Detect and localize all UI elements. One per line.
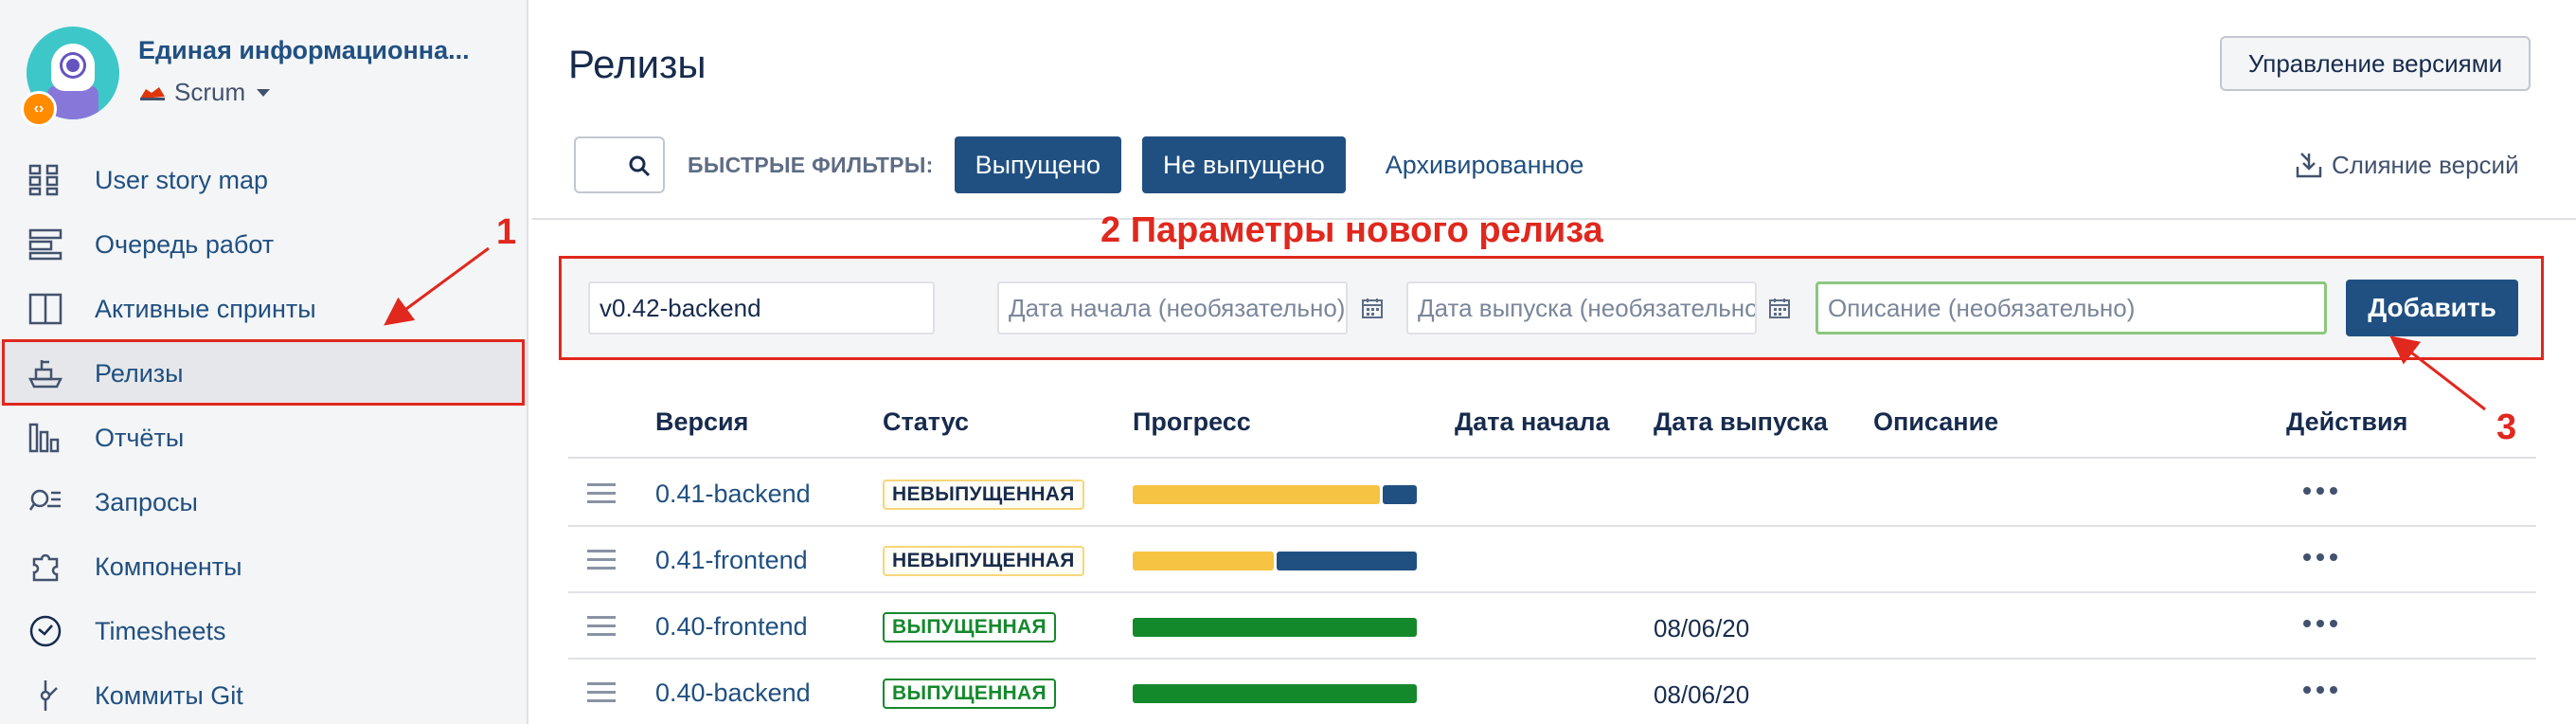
version-link[interactable]: 0.41-backend [655, 480, 811, 509]
reports-chart-icon [28, 423, 60, 453]
scrum-board-icon [140, 86, 165, 100]
more-actions-icon[interactable] [2303, 686, 2337, 694]
annotation-label-2: 2 Параметры нового релиза [1100, 210, 1603, 250]
add-release-button[interactable]: Добавить [2346, 280, 2518, 336]
annotation-highlight-releases [2, 339, 525, 406]
sidebar-item-components[interactable]: Компоненты [0, 534, 527, 599]
filters-row: БЫСТРЫЕ ФИЛЬТРЫ: Выпущено Не выпущено Ар… [574, 136, 1583, 193]
filter-search-input[interactable] [574, 136, 665, 193]
versions-table-header: Версия Статус Прогресс Дата начала Дата … [568, 407, 2536, 459]
components-puzzle-icon [32, 553, 59, 582]
progress-segment-done [1133, 684, 1417, 703]
release-date-input[interactable]: Дата выпуска (необязательно) [1406, 281, 1757, 335]
progress-segment-todo [1276, 552, 1417, 570]
project-name[interactable]: Единая информационна... [138, 36, 470, 65]
page-title: Релизы [568, 42, 707, 86]
sidebar-item-active-sprints[interactable]: Активные спринты [0, 277, 527, 341]
drag-handle-icon[interactable] [587, 616, 616, 637]
sidebar-nav: User story map Очередь работ Активные сп… [0, 148, 527, 724]
more-actions-icon[interactable] [2303, 620, 2337, 627]
progress-bar [1133, 618, 1417, 637]
release-date: 08/06/20 [1654, 614, 1750, 643]
annotation-label-1: 1 [496, 212, 517, 252]
sidebar-item-story-map[interactable]: User story map [0, 148, 527, 212]
column-header-start-date: Дата начала [1455, 407, 1610, 436]
progress-segment-in-progress [1133, 552, 1274, 570]
filter-released-button[interactable]: Выпущено [954, 136, 1121, 193]
sidebar-item-label: Компоненты [95, 552, 242, 581]
version-link[interactable]: 0.40-backend [655, 679, 811, 708]
filter-archived-link[interactable]: Архивированное [1386, 151, 1584, 180]
robot-eye-shape [63, 55, 83, 76]
release-date: 08/06/20 [1654, 680, 1750, 709]
status-badge: ВЫПУЩЕННАЯ [883, 612, 1056, 643]
code-project-icon: ‹› [21, 91, 57, 127]
sidebar-item-label: Запросы [95, 487, 198, 516]
progress-segment-todo [1383, 485, 1417, 504]
calendar-icon[interactable] [1768, 297, 1791, 319]
column-header-progress: Прогресс [1133, 407, 1251, 436]
column-header-description: Описание [1873, 407, 1999, 436]
version-link[interactable]: 0.41-frontend [655, 546, 808, 575]
story-map-icon [28, 164, 59, 196]
issues-search-icon [28, 489, 61, 511]
version-link[interactable]: 0.40-frontend [655, 612, 808, 642]
merge-versions-link[interactable]: Слияние версий [2294, 150, 2519, 180]
app-root: ‹› Единая информационна... Scrum User st… [0, 0, 2576, 724]
table-row: 0.41-backend НЕВЫПУЩЕННАЯ [568, 461, 2536, 527]
progress-segment-in-progress [1133, 485, 1381, 504]
start-date-input[interactable]: Дата начала (необязательно) [997, 281, 1348, 335]
clock-icon [29, 615, 62, 647]
sidebar-item-timesheets[interactable]: Timesheets [0, 599, 527, 663]
version-name-input[interactable]: v0.42-backend [588, 281, 935, 335]
table-row: 0.41-frontend НЕВЫПУЩЕННАЯ [568, 527, 2536, 593]
quick-filters-label: БЫСТРЫЕ ФИЛЬТРЫ: [688, 152, 934, 177]
sidebar-item-label: User story map [95, 165, 269, 194]
search-icon [629, 155, 651, 177]
board-name: Scrum [174, 78, 246, 106]
sidebar-item-git-commits[interactable]: Коммиты Git [0, 663, 527, 724]
sidebar-item-label: Timesheets [95, 616, 226, 645]
sidebar-item-label: Отчёты [95, 423, 185, 452]
progress-bar [1133, 684, 1417, 703]
sprint-board-icon [28, 293, 63, 325]
sidebar-item-label: Активные спринты [95, 294, 316, 323]
status-badge: НЕВЫПУЩЕННАЯ [883, 546, 1084, 576]
status-badge: НЕВЫПУЩЕННАЯ [883, 480, 1084, 510]
merge-icon [2296, 153, 2322, 178]
annotation-label-3: 3 [2496, 407, 2517, 447]
calendar-icon[interactable] [1361, 297, 1384, 319]
description-input[interactable]: Описание (необязательно) [1816, 281, 2327, 335]
manage-versions-button[interactable]: Управление версиями [2220, 36, 2531, 91]
sidebar-item-issues[interactable]: Запросы [0, 470, 527, 534]
sidebar-item-reports[interactable]: Отчёты [0, 406, 527, 470]
progress-bar [1133, 485, 1417, 504]
column-header-version[interactable]: Версия [655, 407, 748, 437]
drag-handle-icon[interactable] [587, 682, 616, 703]
column-header-release-date: Дата выпуска [1654, 407, 1828, 436]
sidebar: ‹› Единая информационна... Scrum User st… [0, 0, 528, 724]
drag-handle-icon[interactable] [587, 550, 616, 570]
board-switcher[interactable]: Scrum [138, 78, 271, 107]
column-header-status: Статус [883, 407, 969, 436]
table-row: 0.40-backend ВЫПУЩЕННАЯ 08/06/20 [568, 660, 2536, 724]
more-actions-icon[interactable] [2303, 487, 2337, 495]
drag-handle-icon[interactable] [587, 483, 616, 504]
backlog-icon [28, 228, 63, 261]
filter-unreleased-button[interactable]: Не выпущено [1142, 136, 1346, 193]
column-header-actions: Действия [2286, 407, 2408, 436]
chevron-down-icon [257, 88, 271, 97]
git-commit-icon [40, 680, 58, 711]
sidebar-item-backlog[interactable]: Очередь работ [0, 212, 527, 277]
sidebar-item-label: Коммиты Git [95, 680, 243, 710]
more-actions-icon[interactable] [2303, 553, 2337, 561]
table-row: 0.40-frontend ВЫПУЩЕННАЯ 08/06/20 [568, 593, 2536, 660]
progress-segment-done [1133, 618, 1417, 637]
sidebar-item-label: Очередь работ [95, 229, 275, 259]
new-release-form: v0.42-backend Дата начала (необязательно… [559, 256, 2544, 360]
status-badge: ВЫПУЩЕННАЯ [883, 679, 1056, 709]
merge-versions-label: Слияние версий [2332, 150, 2519, 179]
progress-bar [1133, 552, 1417, 570]
